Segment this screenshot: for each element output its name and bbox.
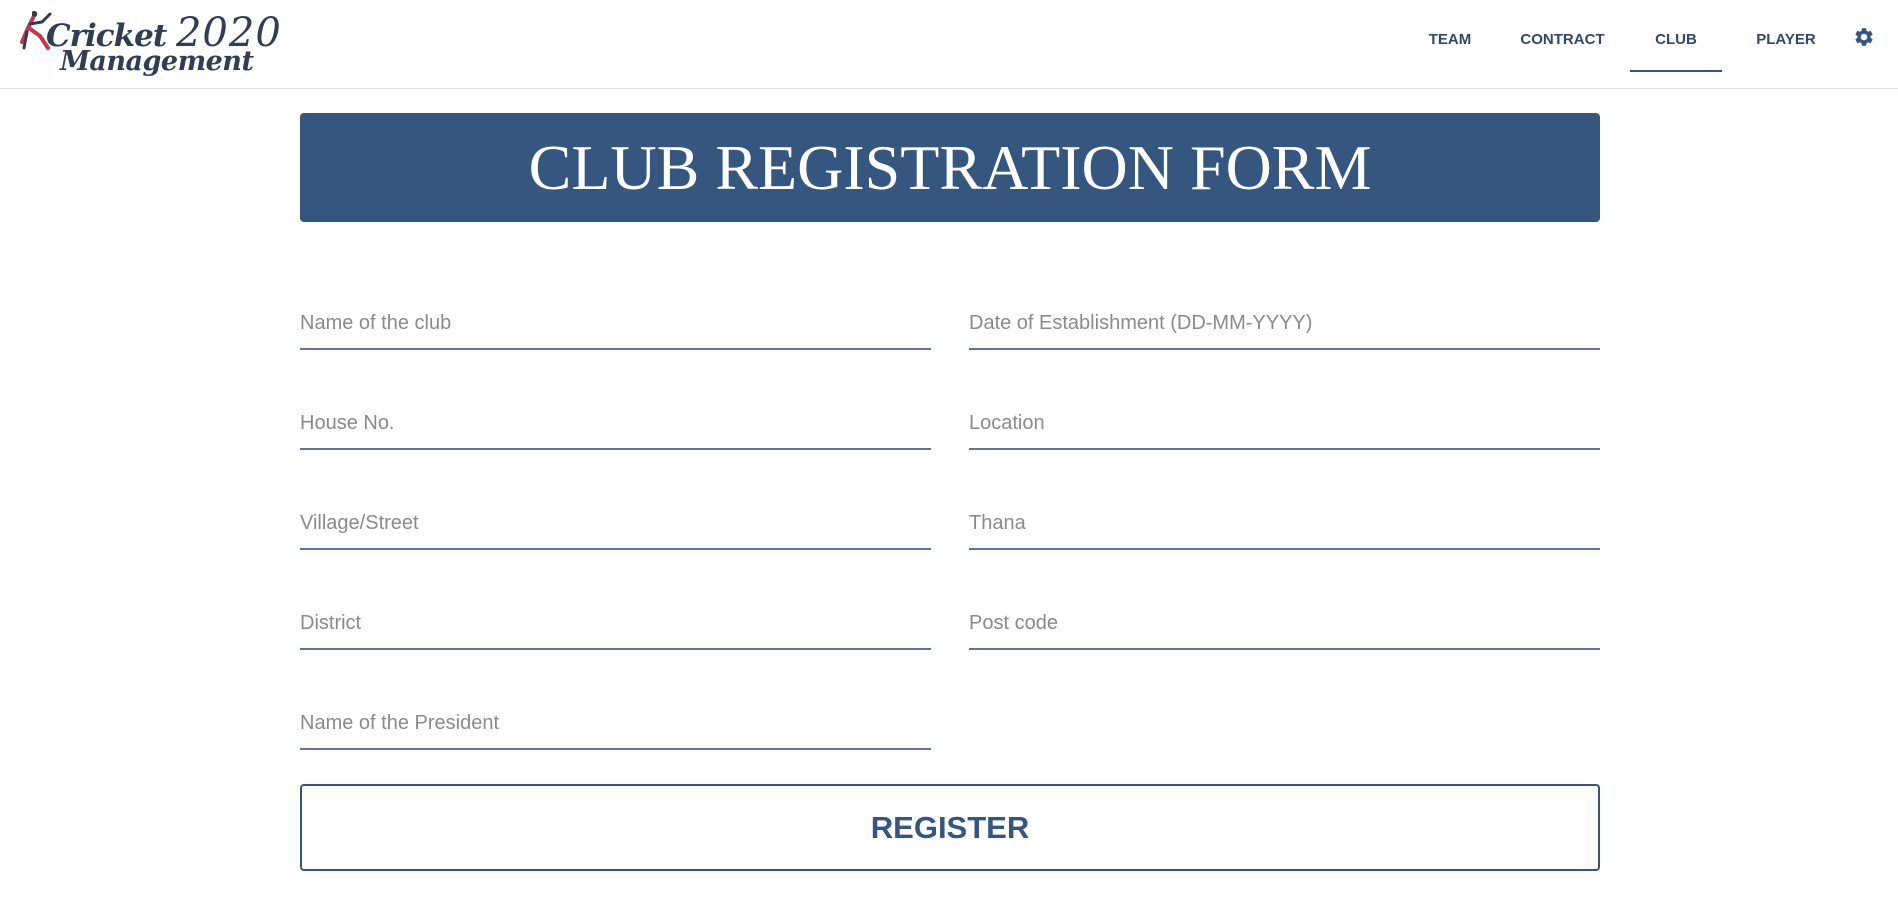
district-input[interactable] — [300, 600, 931, 646]
location-input[interactable] — [969, 400, 1600, 446]
establishment-date-field — [969, 300, 1600, 350]
president-name-field — [300, 700, 931, 750]
register-button[interactable]: REGISTER — [300, 784, 1600, 871]
district-field — [300, 600, 931, 650]
post-code-input[interactable] — [969, 600, 1600, 646]
top-navbar: Cricket 2020 Management TEAM CONTRACT CL… — [0, 0, 1898, 89]
nav-item-contract[interactable]: CONTRACT — [1510, 0, 1615, 70]
club-name-input[interactable] — [300, 300, 931, 346]
president-name-input[interactable] — [300, 700, 931, 746]
club-name-field — [300, 300, 931, 350]
gear-icon[interactable] — [1853, 26, 1875, 48]
nav-item-player[interactable]: PLAYER — [1738, 0, 1834, 70]
brand-logo[interactable]: Cricket 2020 Management — [18, 8, 281, 80]
post-code-field — [969, 600, 1600, 650]
village-street-input[interactable] — [300, 500, 931, 546]
nav-item-club[interactable]: CLUB — [1630, 0, 1722, 72]
house-no-input[interactable] — [300, 400, 931, 446]
form-title-banner: CLUB REGISTRATION FORM — [300, 113, 1600, 222]
thana-field — [969, 500, 1600, 550]
thana-input[interactable] — [969, 500, 1600, 546]
brand-line2: Management — [60, 46, 254, 77]
house-no-field — [300, 400, 931, 450]
location-field — [969, 400, 1600, 450]
village-street-field — [300, 500, 931, 550]
nav-item-team[interactable]: TEAM — [1410, 0, 1490, 70]
establishment-date-input[interactable] — [969, 300, 1600, 346]
